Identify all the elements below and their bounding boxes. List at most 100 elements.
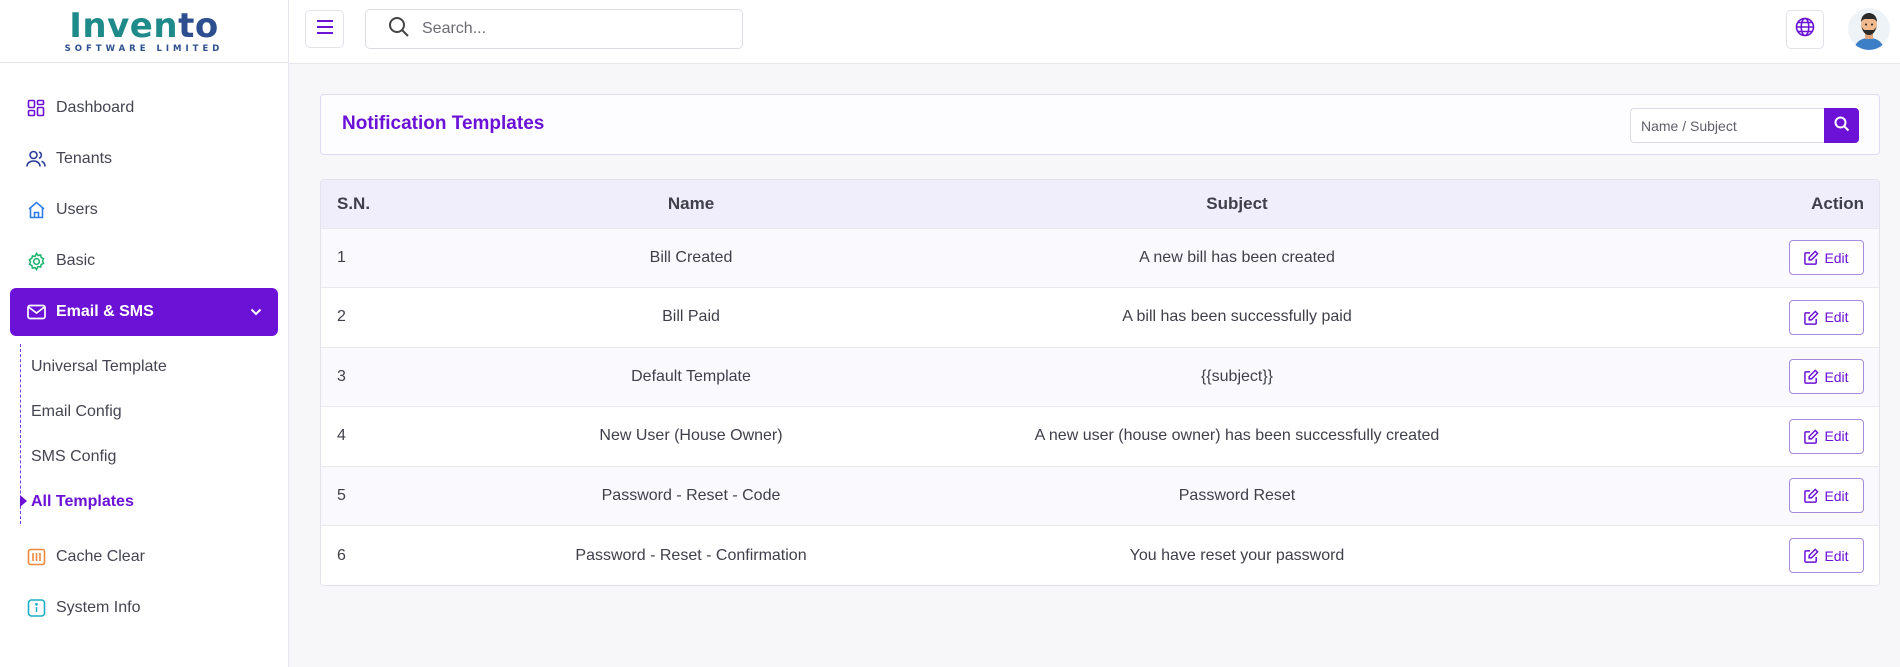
home-icon [26,200,46,220]
sidebar-nav: Dashboard Tenants Users Basic Email & SM… [0,63,288,633]
edit-button[interactable]: Edit [1789,538,1864,573]
cell-action: Edit [1553,347,1879,407]
brand-name: Invento [69,9,218,43]
edit-button[interactable]: Edit [1789,299,1864,335]
cell-sn: 1 [337,248,346,266]
cell-sn: 4 [337,427,346,445]
templates-table-container: S.N. Name Subject Action 1 Bill Created … [320,179,1880,586]
edit-icon [1804,369,1820,385]
page-header-card: Notification Templates [320,94,1880,155]
edit-button[interactable]: Edit [1789,418,1864,454]
edit-label: Edit [1824,309,1849,326]
templates-table: S.N. Name Subject Action 1 Bill Created … [321,180,1879,585]
dashboard-icon [26,98,46,118]
users-icon [26,149,46,169]
cache-icon [26,547,46,567]
cell-subject: A new user (house owner) has been succes… [1034,427,1440,445]
cell-name: Password - Reset - Confirmation [575,546,807,564]
sidebar: Invento SOFTWARE LIMITED Dashboard Tenan… [0,0,289,667]
hamburger-icon [316,19,334,39]
page-title: Notification Templates [342,113,545,134]
edit-icon [1804,429,1820,444]
cell-sn: 6 [337,546,346,564]
cell-action: Edit [1553,288,1879,348]
cell-sn: 2 [337,308,346,326]
sidebar-item-label: Tenants [56,150,113,167]
edit-label: Edit [1824,249,1849,266]
edit-button[interactable]: Edit [1789,240,1864,276]
edit-button[interactable]: Edit [1789,359,1864,395]
search-icon [1834,116,1850,135]
cell-subject: Password Reset [1178,486,1296,504]
cell-subject: {{subject}} [1200,367,1274,385]
search-input[interactable] [422,20,722,38]
submenu-item-universal-template[interactable]: Universal Template [31,344,288,389]
search-icon [388,16,410,43]
avatar[interactable] [1848,8,1890,50]
cell-subject: A bill has been successfully paid [1122,308,1352,326]
table-row: 2 Bill Paid A bill has been successfully… [321,287,1879,348]
sidebar-item-label: Users [56,201,98,218]
cell-name: New User (House Owner) [599,427,783,445]
cell-action: Edit [1553,228,1879,288]
cell-name: Bill Paid [662,308,720,326]
edit-icon [1804,250,1820,266]
column-header-subject: Subject [1206,193,1268,213]
table-row: 3 Default Template {{subject}} Edit [321,347,1879,407]
search-box [365,9,743,49]
language-button[interactable] [1786,10,1824,49]
gear-icon [26,251,46,271]
edit-button[interactable]: Edit [1789,478,1864,514]
cell-action: Edit [1553,466,1879,526]
table-row: 1 Bill Created A new bill has been creat… [321,228,1879,288]
brand-name-part2: to [178,5,219,46]
edit-label: Edit [1824,368,1849,385]
cell-name: Default Template [631,367,751,385]
globe-icon [1795,17,1815,42]
column-header-sn: S.N. [337,193,371,213]
sidebar-item-system-info[interactable]: System Info [10,583,278,633]
brand-subtitle: SOFTWARE LIMITED [64,43,224,54]
cell-name: Password - Reset - Code [601,486,781,504]
edit-icon [1804,310,1820,325]
sidebar-item-label: Basic [56,252,96,269]
submenu-item-all-templates[interactable]: All Templates [20,479,288,524]
brand-logo[interactable]: Invento SOFTWARE LIMITED [0,0,288,63]
cell-sn: 5 [337,486,346,504]
sidebar-item-dashboard[interactable]: Dashboard [10,83,278,133]
sidebar-item-tenants[interactable]: Tenants [10,134,278,184]
cell-name: Bill Created [649,248,733,266]
filter-search-button[interactable] [1824,108,1859,143]
cell-action: Edit [1553,407,1879,467]
sidebar-item-label: System Info [56,599,141,616]
cell-action: Edit [1553,526,1879,586]
sidebar-item-email-sms[interactable]: Email & SMS [10,288,278,336]
table-row: 5 Password - Reset - Code Password Reset… [321,466,1879,526]
mail-icon [26,302,46,322]
menu-toggle-button[interactable] [305,10,344,48]
cell-subject: You have reset your password [1129,546,1345,564]
edit-icon [1804,488,1820,504]
edit-icon [1804,548,1820,563]
sidebar-item-label: Cache Clear [56,548,145,565]
sidebar-item-basic[interactable]: Basic [10,236,278,286]
name-subject-filter-input[interactable] [1630,108,1824,143]
submenu-item-sms-config[interactable]: SMS Config [31,434,288,479]
chevron-down-icon [250,303,262,321]
topbar [289,0,1900,64]
sidebar-item-users[interactable]: Users [10,185,278,235]
submenu-item-email-config[interactable]: Email Config [31,389,288,434]
table-row: 6 Password - Reset - Confirmation You ha… [321,525,1879,586]
column-header-name: Name [667,193,715,213]
template-filter [1630,108,1859,143]
cell-sn: 3 [337,367,346,385]
column-header-action: Action [1811,193,1864,213]
edit-label: Edit [1824,428,1849,445]
sidebar-item-cache-clear[interactable]: Cache Clear [10,532,278,582]
edit-label: Edit [1824,547,1849,564]
info-icon [26,598,46,618]
email-sms-submenu: Universal Template Email Config SMS Conf… [20,344,288,524]
edit-label: Edit [1824,487,1849,504]
cell-subject: A new bill has been created [1139,248,1335,266]
sidebar-item-label: Dashboard [56,99,135,116]
